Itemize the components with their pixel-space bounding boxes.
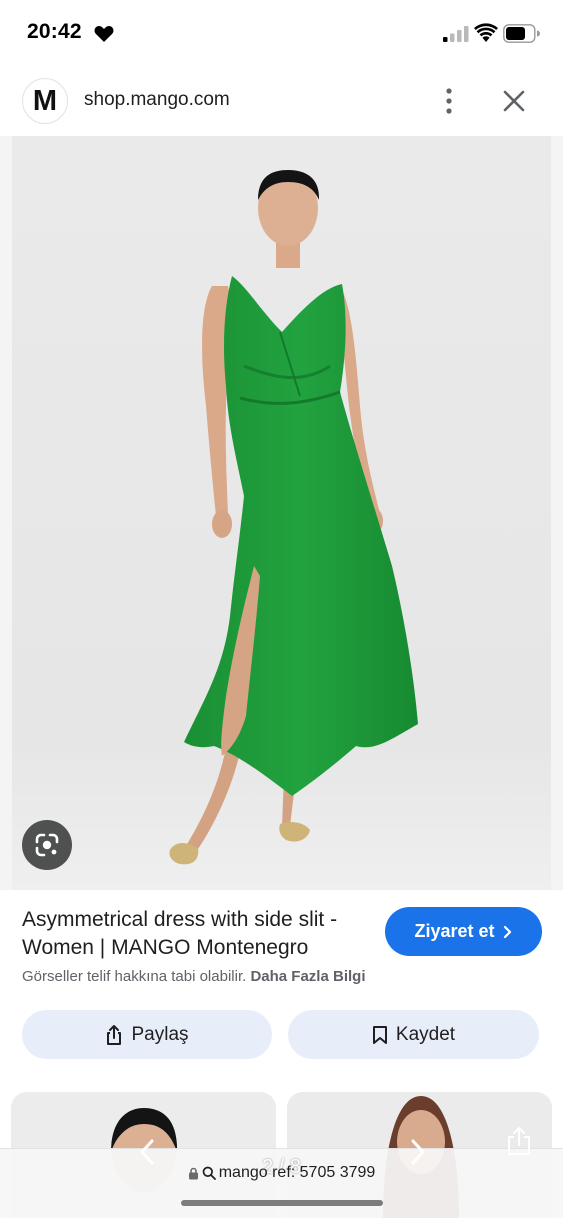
share-label: Paylaş	[131, 1023, 189, 1045]
search-icon	[202, 1166, 216, 1180]
product-image[interactable]	[0, 136, 563, 890]
google-lens-icon	[35, 833, 59, 857]
browser-url-bar: M shop.mango.com	[0, 72, 563, 136]
visit-button-label: Ziyaret et	[414, 921, 495, 941]
copyright-notice: Görseller telif hakkına tabi olabilir. D…	[22, 968, 365, 985]
close-icon[interactable]	[501, 88, 527, 114]
ios-share-icon[interactable]	[505, 1125, 533, 1157]
share-button[interactable]: Paylaş	[22, 1010, 272, 1059]
save-label: Kaydet	[395, 1023, 456, 1045]
signal-icon	[443, 26, 469, 42]
battery-icon	[503, 24, 540, 43]
status-time: 20:42	[27, 20, 82, 43]
heart-icon	[94, 26, 114, 42]
more-info-link[interactable]: Daha Fazla Bilgi	[250, 968, 365, 985]
model-in-green-dress-illustration	[0, 136, 563, 890]
site-favicon: M	[22, 78, 68, 124]
site-url[interactable]: shop.mango.com	[84, 89, 230, 111]
bottom-browser-bar: 2 / 8	[0, 1148, 563, 1218]
chevron-right-icon[interactable]	[407, 1137, 429, 1167]
address-bar[interactable]: mango ref: 5705 3799	[0, 1164, 563, 1182]
copyright-text: Görseller telif hakkına tabi olabilir.	[22, 968, 247, 985]
more-vert-icon[interactable]	[438, 86, 460, 116]
lock-icon	[188, 1167, 198, 1179]
bookmark-icon	[372, 1025, 387, 1044]
wifi-icon	[474, 23, 498, 42]
save-button[interactable]: Kaydet	[288, 1010, 539, 1059]
home-indicator	[181, 1200, 383, 1206]
chevron-left-icon[interactable]	[136, 1137, 158, 1167]
address-text: mango ref: 5705 3799	[218, 1164, 376, 1181]
chevron-right-icon	[503, 925, 511, 938]
visit-button[interactable]: Ziyaret et	[385, 907, 542, 956]
status-bar: 20:42	[0, 0, 563, 66]
result-title[interactable]: Asymmetrical dress with side slit - Wome…	[22, 906, 372, 962]
google-lens-button[interactable]	[22, 820, 72, 870]
share-icon	[107, 1024, 122, 1045]
